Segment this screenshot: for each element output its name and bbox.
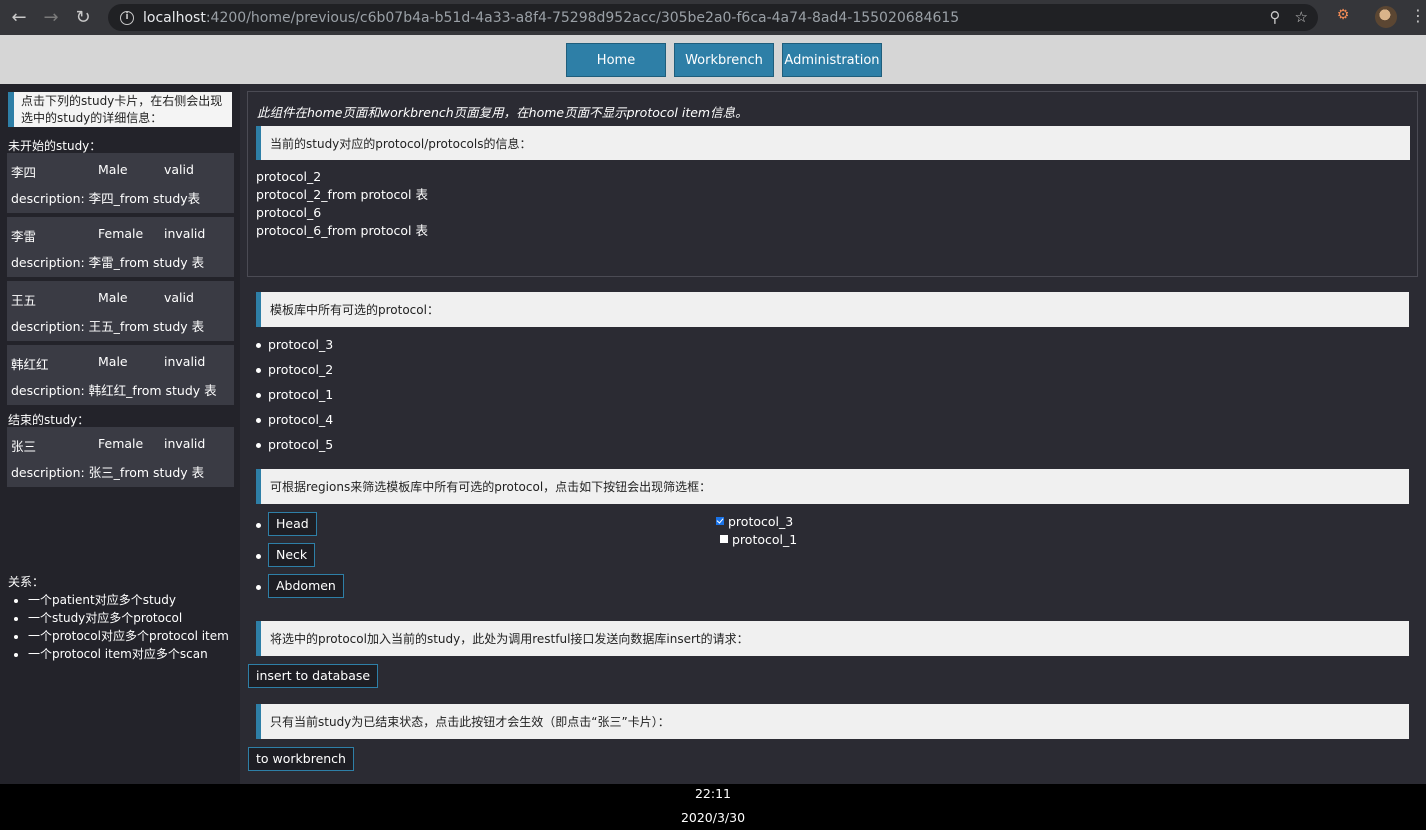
main-content: 此组件在home页面和workbrench页面复用，在home页面不显示prot… — [240, 84, 1426, 784]
study-card[interactable]: 李四 Male valid description: 李四_from study表 — [7, 153, 234, 213]
menu-icon[interactable]: ⋮ — [1410, 6, 1426, 25]
info-icon[interactable]: i — [120, 10, 134, 25]
study-name: 王五 — [11, 293, 37, 308]
study-name: 张三 — [11, 439, 37, 454]
region-item: Head — [250, 512, 344, 543]
finished-title: 结束的study： — [8, 413, 90, 427]
administration-button[interactable]: Administration — [782, 43, 882, 77]
study-status: invalid — [164, 436, 206, 451]
library-list: protocol_3 protocol_2 protocol_1 protoco… — [250, 336, 333, 461]
profile-avatar[interactable] — [1375, 6, 1397, 28]
relation-item: 一个protocol对应多个protocol item — [28, 627, 229, 645]
study-status: valid — [164, 290, 194, 305]
url-text: localhost:4200/home/previous/c6b07b4a-b5… — [143, 10, 959, 26]
footer-date: 2020/3/30 — [680, 810, 746, 825]
region-neck-button[interactable]: Neck — [268, 543, 316, 567]
filter-option-label: protocol_3 — [728, 514, 794, 529]
study-status: invalid — [164, 354, 206, 369]
star-icon[interactable]: ☆ — [1295, 8, 1308, 26]
region-item: Neck — [250, 543, 344, 574]
library-item: protocol_4 — [250, 411, 333, 436]
study-description: description: 李四_from study表 — [11, 191, 201, 206]
footer: 22:11 2020/3/30 — [0, 784, 1426, 830]
study-name: 韩红红 — [11, 357, 49, 372]
checkbox-checked-icon[interactable] — [716, 517, 724, 525]
library-item: protocol_1 — [250, 386, 333, 411]
browser-toolbar: ← → ↻ i localhost:4200/home/previous/c6b… — [0, 0, 1426, 35]
insert-title: 将选中的protocol加入当前的study，此处为调用restful接口发送向… — [256, 621, 1409, 656]
study-gender: Male — [98, 354, 128, 369]
study-description: description: 李雷_from study 表 — [11, 255, 205, 270]
to-workbrench-button[interactable]: to workbrench — [248, 747, 354, 771]
study-card[interactable]: 王五 Male valid description: 王五_from study 表 — [7, 281, 234, 341]
study-status: invalid — [164, 226, 206, 241]
workbrench-button-wrap: to workbrench — [248, 747, 354, 771]
library-item: protocol_5 — [250, 436, 333, 461]
filter-option-label: protocol_1 — [732, 532, 798, 547]
current-line: protocol_6 — [256, 205, 322, 220]
current-title: 当前的study对应的protocol/protocols的信息： — [256, 126, 1410, 160]
component-note: 此组件在home页面和workbrench页面复用，在home页面不显示prot… — [257, 105, 748, 120]
filter-options: protocol_3 protocol_1 — [716, 513, 797, 549]
current-line: protocol_6_from protocol 表 — [256, 223, 428, 238]
url-path: :4200/home/previous/c6b07b4a-b51d-4a33-a… — [205, 9, 960, 26]
insert-button-wrap: insert to database — [248, 664, 379, 688]
checkbox-unchecked-icon[interactable] — [720, 535, 728, 543]
address-bar[interactable]: i localhost:4200/home/previous/c6b07b4a-… — [108, 4, 1318, 31]
relation-item: 一个patient对应多个study — [28, 591, 229, 609]
top-nav: Home Workbrench Administration — [0, 35, 1426, 84]
footer-time: 22:11 — [694, 786, 732, 801]
relations: 关系： 一个patient对应多个study 一个study对应多个protoc… — [8, 573, 229, 663]
library-title: 模板库中所有可选的protocol： — [256, 292, 1409, 327]
url-host: localhost — [143, 9, 206, 26]
current-line: protocol_2_from protocol 表 — [256, 187, 428, 202]
study-status: valid — [164, 162, 194, 177]
pending-title: 未开始的study： — [8, 139, 102, 153]
study-name: 李雷 — [11, 229, 37, 244]
study-card[interactable]: 李雷 Female invalid description: 李雷_from stu… — [7, 217, 234, 277]
study-description: description: 韩红红_from study 表 — [11, 383, 217, 398]
region-list: Head Neck Abdomen — [250, 512, 344, 605]
relation-item: 一个study对应多个protocol — [28, 609, 229, 627]
study-gender: Male — [98, 162, 128, 177]
relation-item: 一个protocol item对应多个scan — [28, 645, 229, 663]
forward-icon[interactable]: → — [38, 5, 64, 31]
workbrench-title: 只有当前study为已结束状态，点击此按钮才会生效（即点击“张三”卡片）： — [256, 704, 1409, 739]
sidebar-intro: 点击下列的study卡片，在右侧会出现选中的study的详细信息： — [8, 92, 232, 127]
library-item: protocol_3 — [250, 336, 333, 361]
study-card[interactable]: 张三 Female invalid description: 张三_from stu… — [7, 427, 234, 487]
reload-icon[interactable]: ↻ — [70, 5, 96, 31]
current-line: protocol_2 — [256, 169, 322, 184]
extension-icon[interactable]: ⚙ — [1334, 7, 1352, 25]
study-gender: Male — [98, 290, 128, 305]
back-icon[interactable]: ← — [6, 5, 32, 31]
filter-option[interactable]: protocol_1 — [716, 531, 797, 549]
study-description: description: 王五_from study 表 — [11, 319, 205, 334]
region-head-button[interactable]: Head — [268, 512, 317, 536]
study-gender: Female — [98, 436, 144, 451]
filter-option[interactable]: protocol_3 — [716, 513, 797, 531]
home-button[interactable]: Home — [566, 43, 666, 77]
sidebar: 点击下列的study卡片，在右侧会出现选中的study的详细信息： 未开始的st… — [0, 84, 240, 784]
relations-title: 关系： — [8, 575, 45, 589]
region-item: Abdomen — [250, 574, 344, 605]
study-name: 李四 — [11, 165, 37, 180]
library-item: protocol_2 — [250, 361, 333, 386]
region-abdomen-button[interactable]: Abdomen — [268, 574, 344, 598]
study-description: description: 张三_from study 表 — [11, 465, 205, 480]
current-protocol-panel: 此组件在home页面和workbrench页面复用，在home页面不显示prot… — [247, 91, 1418, 277]
study-gender: Female — [98, 226, 144, 241]
zoom-icon[interactable]: ⚲ — [1270, 8, 1281, 26]
current-protocol-list: protocol_2 protocol_2_from protocol 表 pr… — [256, 168, 428, 240]
insert-to-database-button[interactable]: insert to database — [248, 664, 379, 688]
study-card[interactable]: 韩红红 Male invalid description: 韩红红_from stu… — [7, 345, 234, 405]
workbrench-button[interactable]: Workbrench — [674, 43, 774, 77]
filter-title: 可根据regions来筛选模板库中所有可选的protocol，点击如下按钮会出现… — [256, 469, 1409, 504]
